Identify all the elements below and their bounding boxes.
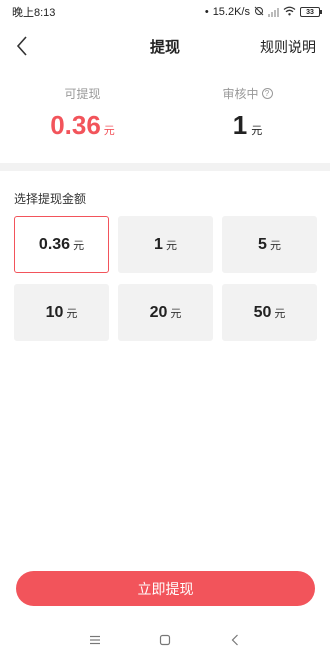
page-title: 提现 [149,38,180,56]
battery-icon: 33 [300,7,322,17]
withdraw-now-button[interactable]: 立即提现 [16,571,315,606]
back-button[interactable] [8,32,36,60]
reviewing-value: 1 元 [233,110,262,141]
option-unit: 元 [66,307,78,320]
amount-option[interactable]: 20 元 [118,284,213,341]
option-unit: 元 [274,307,286,320]
withdrawable-block: 可提现 0.36 元 [0,84,165,154]
status-time: 晚上8:13 [12,7,56,19]
net-speed: 15.2K/s [212,6,250,18]
battery-level: 33 [306,8,314,16]
option-unit: 元 [170,307,182,320]
reviewing-amount: 1 [232,110,248,140]
withdrawable-value: 0.36 元 [50,110,115,141]
option-amount: 5 [258,235,267,253]
amount-option[interactable]: 10 元 [14,284,109,341]
system-nav-bar [0,620,330,660]
option-amount: 0.36 [38,235,71,253]
status-indicators: • 15.2K/s 33 [204,6,322,19]
amount-option[interactable]: 1 元 [118,216,213,273]
amount-section-label: 选择提现金额 [14,192,87,206]
signal-icon [268,7,279,17]
section-divider [0,163,330,171]
system-back-button[interactable] [223,628,247,652]
option-amount: 20 [149,303,168,321]
option-amount: 50 [253,303,272,321]
option-unit: 元 [73,239,85,252]
balance-summary: 可提现 0.36 元 审核中 ? 1 元 [0,84,330,154]
option-amount: 10 [45,303,64,321]
option-amount: 1 [154,235,163,253]
menu-icon [90,635,100,645]
home-button[interactable] [153,628,177,652]
wifi-icon [283,6,296,19]
help-icon[interactable]: ? [261,87,273,99]
home-icon [159,634,171,646]
back-icon [16,36,27,56]
withdrawable-amount: 0.36 [50,110,101,140]
reviewing-label: 审核中 [222,86,259,101]
amount-options: 0.36 元 1 元 5 元 10 元 20 元 50 元 [14,216,317,341]
alarm-off-icon [254,6,264,19]
amount-option[interactable]: 50 元 [222,284,317,341]
status-dot: • [204,6,209,18]
amount-option[interactable]: 5 元 [222,216,317,273]
option-unit: 元 [165,239,177,252]
withdrawable-label: 可提现 [64,86,101,101]
status-bar: 晚上8:13 • 15.2K/s 33 [0,0,330,24]
nav-bar: 提现 规则说明 [0,24,330,68]
nav-back-icon [231,634,238,646]
reviewing-unit: 元 [251,125,263,137]
amount-option[interactable]: 0.36 元 [14,216,109,273]
withdrawable-unit: 元 [103,125,115,137]
rules-link[interactable]: 规则说明 [260,37,316,57]
reviewing-label-row: 审核中 ? [222,84,273,102]
reviewing-block: 审核中 ? 1 元 [165,84,330,154]
menu-button[interactable] [83,628,107,652]
option-unit: 元 [269,239,281,252]
